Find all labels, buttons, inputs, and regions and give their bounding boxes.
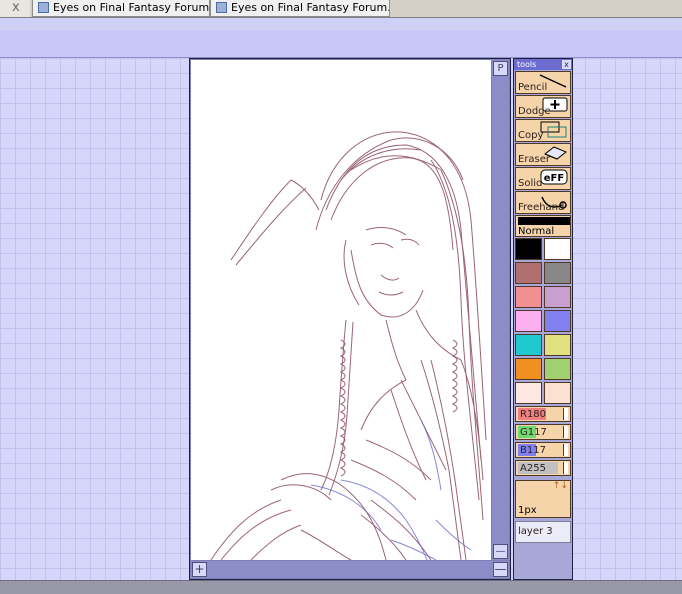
applet-header-band [0,30,682,58]
color-swatch[interactable] [544,286,571,308]
color-swatch[interactable] [544,262,571,284]
tool-label: Copy [518,130,544,141]
tab-close-button[interactable]: x [0,0,30,17]
copy-rect-icon [540,121,567,138]
brush-size-control[interactable]: ↑↓ 1px [515,480,571,518]
slider-end [563,426,568,438]
color-swatch[interactable] [544,382,571,404]
canvas-frame: P — + — [189,58,511,580]
color-swatch[interactable] [544,334,571,356]
tool-eraser[interactable]: Eraser [515,143,571,166]
color-swatch[interactable] [544,238,571,260]
color-sliders: R180 G117 B117 A255 [514,406,572,476]
layer-selector[interactable]: layer 3 [515,521,571,543]
color-swatch[interactable] [544,358,571,380]
page-icon [38,2,49,13]
browser-tab-strip: x Eyes on Final Fantasy Forum... Eyes on… [0,0,682,18]
blend-mode-bar [518,217,570,225]
tool-label: Pencil [518,82,548,93]
tools-close-button[interactable]: x [562,60,571,69]
color-swatch[interactable] [544,310,571,332]
scroll-down-button[interactable]: — [493,544,508,559]
browser-tab-label: Eyes on Final Fantasy Forum... [231,1,390,14]
color-swatch[interactable] [515,238,542,260]
slider-label: A255 [520,463,546,474]
tool-copy[interactable]: Copy [515,119,571,142]
scroll-up-button[interactable]: P [493,61,508,76]
tools-palette-title: tools [517,60,537,69]
zoom-out-button[interactable]: — [493,562,508,577]
drawing-canvas[interactable] [191,60,491,560]
tool-solid[interactable]: eFF Solid [515,167,571,190]
color-slider[interactable]: B117 [515,442,571,458]
tool-label: Freehand [518,202,565,213]
blend-mode-label: Normal [518,226,555,237]
eff-icon: eFF [540,169,568,185]
brush-size-arrows[interactable]: ↑↓ [553,482,568,491]
layer-label: layer 3 [518,526,553,537]
slider-end [563,444,568,456]
color-swatch[interactable] [515,358,542,380]
color-slider[interactable]: R180 [515,406,571,422]
tool-pencil[interactable]: Pencil [515,71,571,94]
vertical-scrollbar[interactable]: P — [492,60,509,560]
bottom-strip [0,580,682,594]
browser-tab-label: Eyes on Final Fantasy Forum... [53,1,210,14]
color-palette [515,238,571,404]
color-swatch[interactable] [515,310,542,332]
color-slider[interactable]: A255 [515,460,571,476]
slider-label: B117 [520,445,546,456]
slider-label: R180 [520,409,547,420]
slider-end [563,462,568,474]
blend-mode-selector[interactable]: Normal [515,215,571,237]
browser-tab-1[interactable]: Eyes on Final Fantasy Forum... [32,0,210,17]
horizontal-scrollbar[interactable]: + — [191,561,509,578]
tools-palette-titlebar[interactable]: tools x [514,59,572,70]
tools-palette: tools x Pencil Dodge Copy Eraser eFF Sol… [513,58,573,580]
sketch-strokes-main [210,131,487,560]
browser-tab-2[interactable]: Eyes on Final Fantasy Forum... [210,0,390,17]
tool-freehand[interactable]: Freehand [515,191,571,214]
zoom-in-button[interactable]: + [192,562,207,577]
sketch-strokes-blue [310,419,472,560]
sketch-drawing [210,131,487,560]
color-swatch[interactable] [515,286,542,308]
tool-dodge[interactable]: Dodge [515,95,571,118]
brush-size-label: 1px [518,505,537,516]
color-slider[interactable]: G117 [515,424,571,440]
color-swatch[interactable] [515,262,542,284]
page-icon [216,2,227,13]
tool-label: Solid [518,178,543,189]
slider-end [563,408,568,420]
color-swatch[interactable] [515,382,542,404]
color-swatch[interactable] [515,334,542,356]
eff-icon-text: eFF [544,173,564,184]
tool-label: Eraser [518,154,551,165]
tool-label: Dodge [518,106,551,117]
slider-label: G117 [520,427,547,438]
